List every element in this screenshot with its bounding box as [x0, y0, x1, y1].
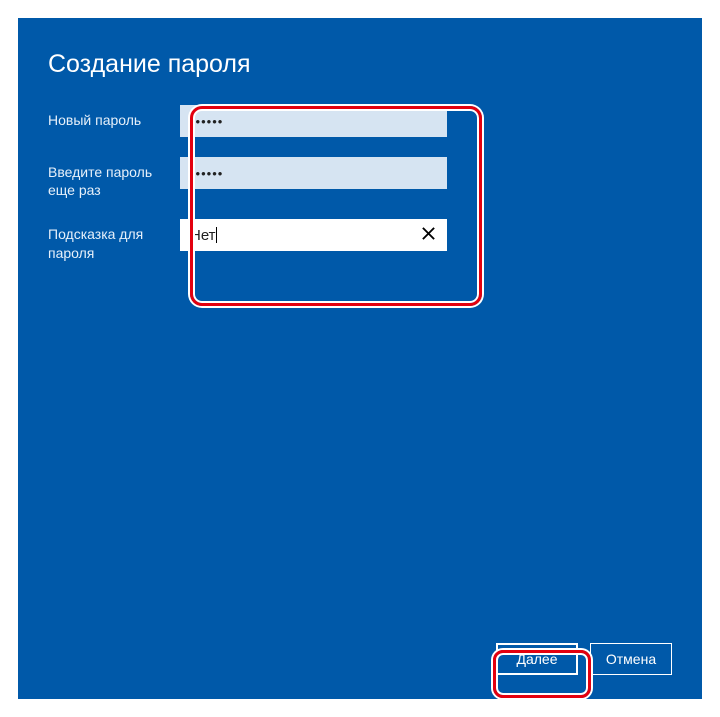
confirm-password-input[interactable] [180, 157, 447, 189]
label-new-password: Новый пароль [48, 105, 180, 129]
next-button[interactable]: Далее [496, 643, 578, 675]
row-password-hint: Подсказка для пароля Нет [48, 219, 672, 261]
label-confirm-password: Введите пароль еще раз [48, 157, 180, 199]
clear-hint-button[interactable] [413, 219, 443, 251]
cancel-button[interactable]: Отмена [590, 643, 672, 675]
row-confirm-password: Введите пароль еще раз [48, 157, 672, 199]
dialog-footer: Далее Отмена [496, 643, 672, 675]
password-hint-value: Нет [190, 227, 216, 244]
create-password-dialog: Создание пароля Новый пароль Введите пар… [18, 18, 702, 699]
close-icon [421, 226, 436, 244]
label-password-hint: Подсказка для пароля [48, 219, 180, 261]
text-cursor [216, 227, 217, 243]
new-password-input[interactable] [180, 105, 447, 137]
row-new-password: Новый пароль [48, 105, 672, 137]
password-hint-input[interactable]: Нет [180, 219, 447, 251]
page-title: Создание пароля [48, 50, 672, 79]
